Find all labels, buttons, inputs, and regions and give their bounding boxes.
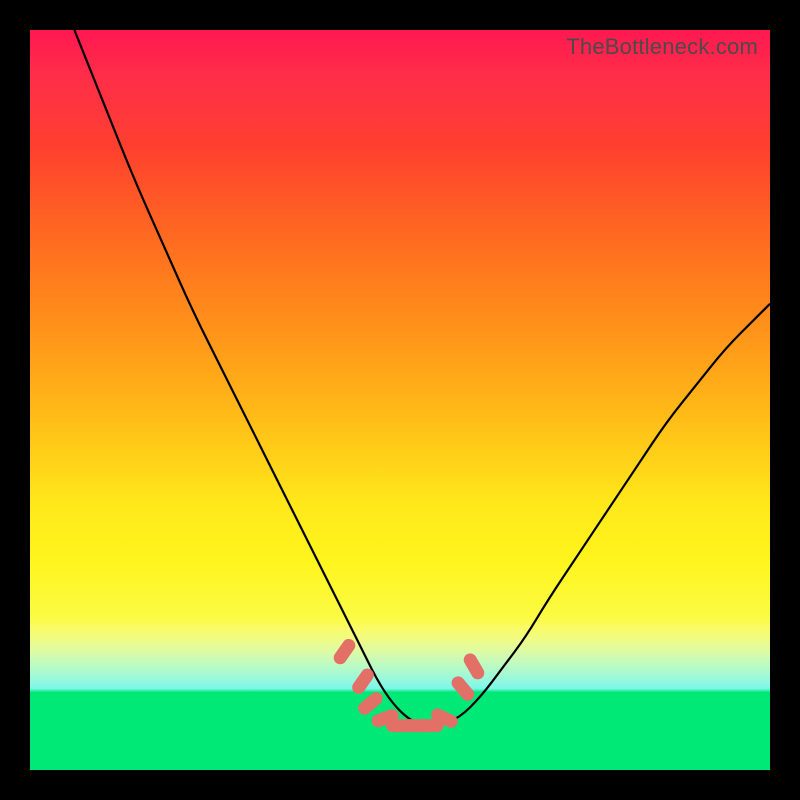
bottleneck-curve-path [74, 30, 770, 726]
curve-marker [331, 636, 358, 666]
chart-frame: TheBottleneck.com [0, 0, 800, 800]
chart-svg [30, 30, 770, 770]
curve-marker [461, 651, 486, 682]
chart-plot-area: TheBottleneck.com [30, 30, 770, 770]
curve-marker [449, 674, 477, 704]
